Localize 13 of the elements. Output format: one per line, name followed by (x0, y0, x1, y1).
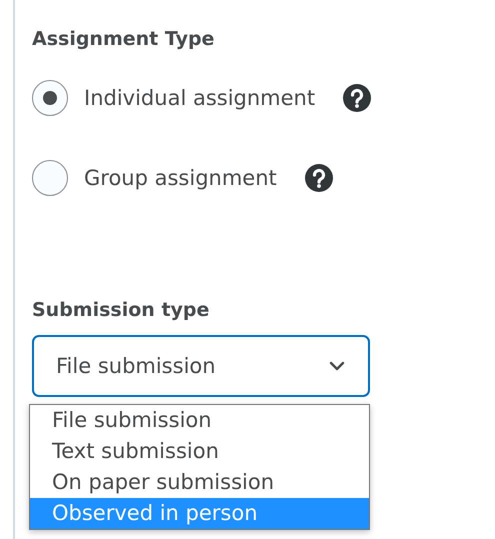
help-icon[interactable] (343, 84, 372, 112)
chevron-down-icon (328, 360, 346, 372)
dropdown-option[interactable]: On paper submission (30, 467, 369, 498)
radio-label: Individual assignment (84, 86, 316, 110)
help-icon[interactable] (304, 164, 333, 192)
submission-type-select[interactable]: File submission (32, 335, 370, 397)
dropdown-option[interactable]: Text submission (30, 436, 369, 467)
dropdown-option[interactable]: File submission (30, 405, 369, 436)
section-heading: Assignment Type (32, 28, 216, 50)
radio-button[interactable] (32, 80, 68, 116)
radio-label: Group assignment (84, 166, 277, 190)
section-heading: Submission type (32, 299, 210, 321)
radio-button[interactable] (32, 160, 68, 196)
